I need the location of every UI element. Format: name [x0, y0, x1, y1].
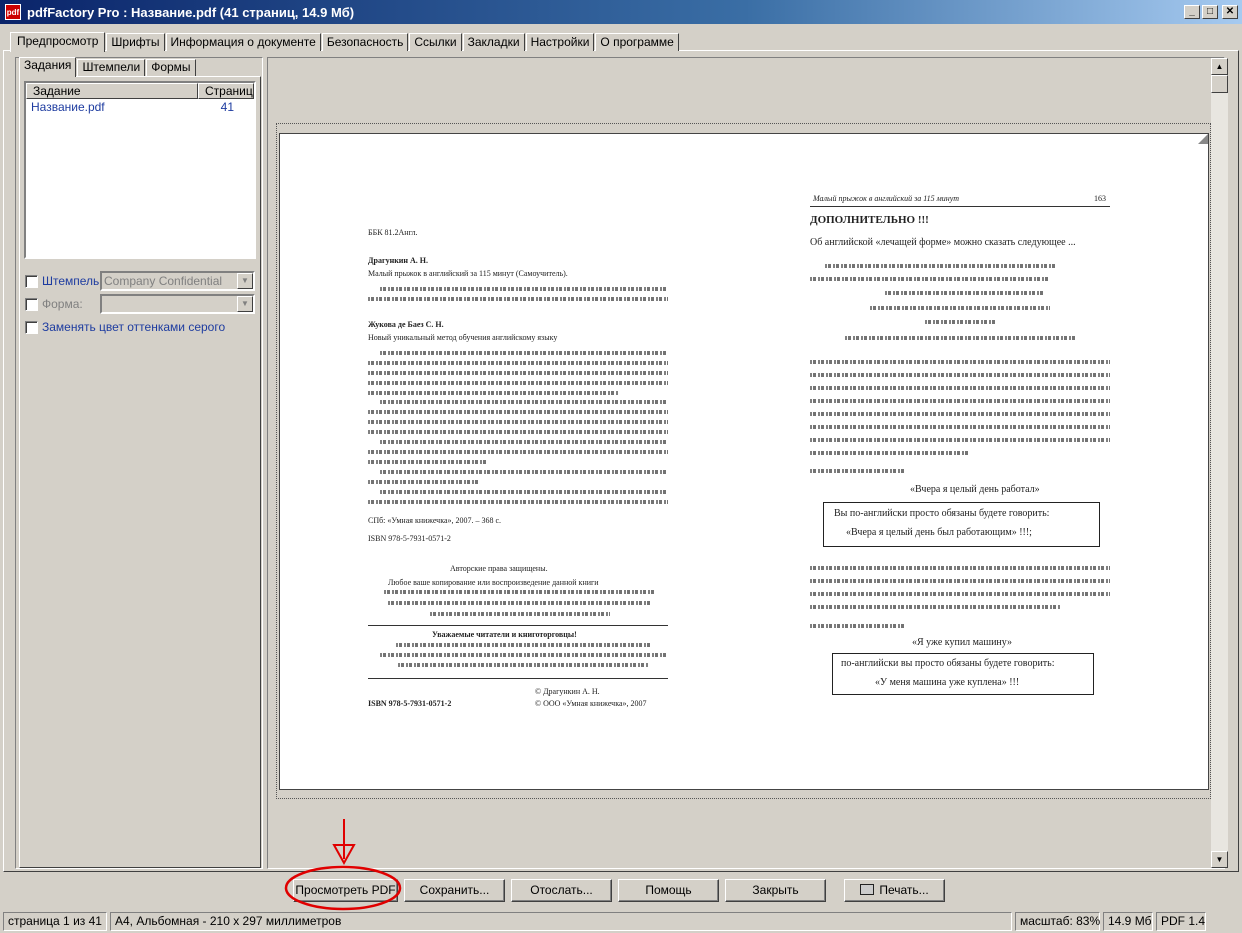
- scroll-thumb[interactable]: [1211, 75, 1228, 93]
- box2-line2: «У меня машина уже куплена» !!!: [875, 677, 1020, 688]
- jobs-list[interactable]: Задание Страниц Название.pdf 41: [24, 81, 256, 259]
- tab-settings[interactable]: Настройки: [525, 33, 595, 51]
- example1-text: «Вчера я целый день работал»: [910, 484, 1040, 495]
- stamp-label: Штемпель:: [42, 274, 103, 288]
- minimize-button[interactable]: _: [1184, 5, 1200, 19]
- stamp-checkbox[interactable]: [25, 275, 38, 288]
- page-number: 163: [1094, 194, 1106, 203]
- close-button[interactable]: ✕: [1222, 5, 1238, 19]
- tab-forms[interactable]: Формы: [146, 59, 196, 76]
- status-zoom: масштаб: 83%: [1015, 911, 1100, 931]
- tab-security[interactable]: Безопасность: [321, 33, 409, 51]
- save-button[interactable]: Сохранить...: [404, 879, 505, 902]
- status-page: страница 1 из 41: [3, 911, 107, 931]
- running-header: Малый прыжок в английский за 115 минут: [813, 194, 960, 203]
- rights-text: Любое ваше копирование или воспроизведен…: [388, 578, 599, 587]
- status-bar: страница 1 из 41 A4, Альбомная - 210 x 2…: [0, 909, 1242, 933]
- status-format: A4, Альбомная - 210 x 297 миллиметров: [110, 911, 1012, 931]
- column-header-job[interactable]: Задание: [26, 83, 198, 99]
- page-fold-icon: [1198, 134, 1208, 144]
- print-button[interactable]: Печать...: [844, 879, 945, 902]
- box1-line1: Вы по-английски просто обязаны будете го…: [834, 508, 1050, 519]
- example2-text: «Я уже купил машину»: [912, 637, 1013, 648]
- main-tabs: Предпросмотр Шрифты Информация о докумен…: [10, 32, 680, 52]
- printer-icon: [860, 884, 875, 896]
- publisher-text: СПб: «Умная книжечка», 2007. – 368 с.: [368, 516, 502, 525]
- sidebar-tabs: Задания Штемпели Формы: [19, 57, 197, 77]
- stamp-select-value: Company Confidential: [104, 274, 223, 288]
- tab-document-info[interactable]: Информация о документе: [165, 33, 321, 51]
- stamp-select[interactable]: Company Confidential ▼: [100, 271, 255, 291]
- pdf-app-icon: pdf: [5, 4, 21, 20]
- copyright1-text: © Драгункин А. Н.: [535, 687, 600, 696]
- isbn-text: ISBN 978-5-7931-0571-2: [368, 699, 452, 708]
- tab-stamps[interactable]: Штемпели: [77, 59, 146, 76]
- tab-bookmarks[interactable]: Закладки: [462, 33, 525, 51]
- isbn-small-text: ISBN 978-5-7931-0571-2: [368, 534, 451, 543]
- form-checkbox[interactable]: [25, 298, 38, 311]
- copyright2-text: © ООО «Умная книжечка», 2007: [535, 699, 647, 708]
- book-title-text: Малый прыжок в английский за 115 минут (…: [368, 269, 568, 278]
- help-button[interactable]: Помощь: [618, 879, 719, 902]
- grayscale-checkbox[interactable]: [25, 321, 38, 334]
- status-size: 14.9 Мб: [1103, 911, 1153, 931]
- job-name: Название.pdf: [31, 100, 105, 114]
- jobs-list-header: Задание Страниц: [26, 83, 254, 99]
- job-pages: 41: [220, 100, 234, 114]
- grayscale-label: Заменять цвет оттенками серого: [42, 320, 226, 334]
- list-item[interactable]: Название.pdf 41: [26, 99, 254, 115]
- scroll-up-icon[interactable]: ▲: [1211, 58, 1228, 75]
- pdf-page: ББК 81.2Англ. Драгункин А. Н. Малый прыж…: [279, 133, 1209, 790]
- tab-preview[interactable]: Предпросмотр: [10, 32, 106, 52]
- chevron-down-icon[interactable]: ▼: [237, 296, 253, 312]
- rights-heading: Авторские права защищены.: [450, 564, 548, 573]
- box1-line2: «Вчера я целый день был работающим» !!!;: [846, 527, 1032, 538]
- window-title: pdfFactory Pro : Название.pdf (41 страни…: [27, 4, 355, 20]
- box2-line1: по-английски вы просто обязаны будете го…: [841, 658, 1055, 669]
- form-label: Форма:: [42, 297, 83, 311]
- author2-text: Жукова де Баез С. Н.: [368, 320, 444, 329]
- tab-about[interactable]: О программе: [595, 33, 679, 51]
- status-pdf-version: PDF 1.4: [1156, 911, 1206, 931]
- scroll-down-icon[interactable]: ▼: [1211, 851, 1228, 868]
- maximize-button[interactable]: □: [1202, 5, 1218, 19]
- intro-text: Об английской «лечащей форме» можно сказ…: [810, 237, 1076, 248]
- tab-jobs[interactable]: Задания: [19, 57, 77, 77]
- tab-links[interactable]: Ссылки: [409, 33, 462, 51]
- send-button[interactable]: Отослать...: [511, 879, 612, 902]
- column-header-pages[interactable]: Страниц: [198, 83, 254, 99]
- vertical-scrollbar[interactable]: ▲ ▼: [1211, 58, 1228, 868]
- highlight-box-2: по-английски вы просто обязаны будете го…: [832, 653, 1094, 695]
- author-text: Драгункин А. Н.: [368, 256, 429, 265]
- book-title2-text: Новый уникальный метод обучения английск…: [368, 333, 558, 342]
- close-dialog-button[interactable]: Закрыть: [725, 879, 826, 902]
- notice-text: Уважаемые читатели и книготорговцы!: [432, 630, 577, 639]
- chevron-down-icon[interactable]: ▼: [237, 273, 253, 289]
- tab-fonts[interactable]: Шрифты: [106, 33, 165, 51]
- form-select[interactable]: ▼: [100, 294, 255, 314]
- red-annotation-arrow-icon: [284, 819, 402, 911]
- section-heading: ДОПОЛНИТЕЛЬНО !!!: [810, 214, 929, 226]
- title-bar: pdf pdfFactory Pro : Название.pdf (41 ст…: [0, 0, 1242, 24]
- bbk-text: ББК 81.2Англ.: [368, 228, 418, 237]
- print-button-label: Печать...: [879, 883, 929, 897]
- highlight-box-1: Вы по-английски просто обязаны будете го…: [823, 502, 1100, 547]
